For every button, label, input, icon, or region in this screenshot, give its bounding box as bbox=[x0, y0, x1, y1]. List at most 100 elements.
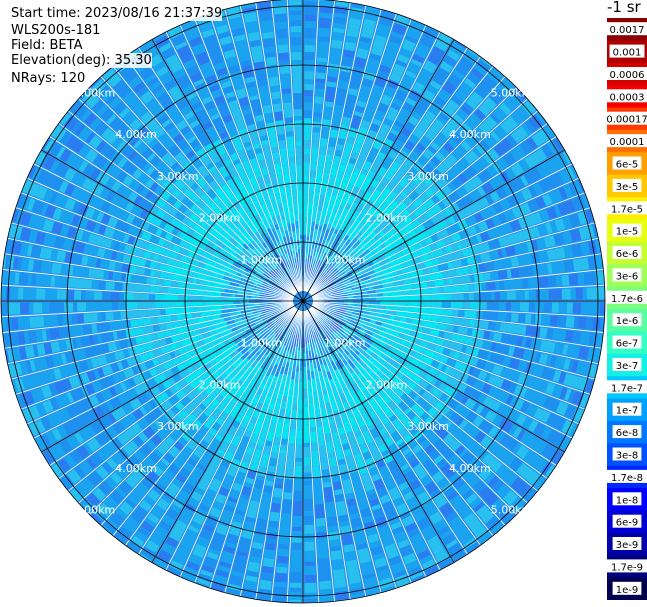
ray-gate bbox=[17, 317, 27, 330]
ray-gate bbox=[120, 311, 129, 319]
ray-gate bbox=[222, 305, 228, 309]
ray-gate bbox=[577, 273, 585, 285]
ray-gate bbox=[561, 288, 571, 300]
ray-gate bbox=[170, 315, 178, 321]
ray-gate bbox=[313, 487, 323, 496]
ray-gate bbox=[570, 288, 576, 300]
ray-gate bbox=[313, 477, 321, 484]
ray-gate bbox=[193, 290, 199, 295]
ray-gate bbox=[173, 295, 179, 301]
ray-gate bbox=[198, 290, 204, 296]
ray-gate bbox=[231, 293, 236, 297]
ray-gate bbox=[512, 324, 522, 335]
ray-gate bbox=[310, 420, 316, 428]
ray-gate bbox=[444, 294, 452, 301]
ray-gate bbox=[311, 147, 319, 156]
ray-gate bbox=[287, 451, 295, 457]
ray-gate bbox=[336, 500, 346, 511]
ray-gate bbox=[388, 301, 393, 306]
ray-gate bbox=[278, 543, 289, 550]
ray-gate bbox=[304, 484, 312, 494]
ray-gate bbox=[486, 282, 496, 291]
ray-gate bbox=[304, 504, 313, 511]
ray-gate bbox=[291, 537, 302, 543]
ray-gate bbox=[299, 370, 303, 375]
ray-gate bbox=[304, 38, 316, 46]
ray-gate bbox=[144, 268, 152, 276]
ray-gate bbox=[289, 578, 302, 583]
ray-gate bbox=[311, 442, 318, 451]
ray-gate bbox=[304, 84, 314, 91]
ray-gate bbox=[468, 293, 474, 300]
ray-gate bbox=[332, 31, 344, 41]
ray-gate bbox=[473, 292, 480, 300]
ray-gate bbox=[127, 283, 135, 292]
ray-gate bbox=[317, 49, 328, 59]
ray-gate bbox=[291, 549, 302, 554]
ray-gate bbox=[151, 278, 157, 285]
ray-gate bbox=[313, 483, 322, 488]
ray-gate bbox=[457, 301, 463, 309]
ray-gate bbox=[420, 282, 428, 288]
ray-gate bbox=[565, 330, 574, 342]
ray-gate bbox=[481, 302, 487, 310]
ray-gate bbox=[290, 571, 302, 579]
ray-gate bbox=[582, 287, 587, 300]
ray-gate bbox=[530, 314, 536, 324]
ray-gate bbox=[326, 508, 336, 518]
ray-gate bbox=[188, 295, 195, 301]
ray-gate bbox=[471, 264, 480, 274]
ray-gate bbox=[504, 280, 509, 290]
ray-gate bbox=[307, 225, 311, 231]
ray-gate bbox=[564, 259, 575, 272]
ray-gate bbox=[34, 316, 45, 328]
ray-gate bbox=[216, 305, 223, 310]
ray-gate bbox=[94, 269, 105, 279]
ray-gate bbox=[298, 390, 303, 396]
ray-gate bbox=[339, 71, 351, 82]
ray-gate bbox=[295, 450, 303, 458]
ray-gate bbox=[336, 87, 347, 99]
ray-gate bbox=[552, 328, 561, 340]
ray-gate bbox=[284, 479, 293, 486]
ray-gate bbox=[589, 272, 597, 285]
ray-gate bbox=[171, 308, 176, 314]
ray-gate bbox=[64, 302, 69, 313]
ray-gate bbox=[137, 301, 147, 309]
ray-gate bbox=[309, 187, 315, 195]
ray-gate bbox=[462, 302, 470, 309]
ray-gate bbox=[385, 305, 390, 310]
ray-gate bbox=[267, 465, 276, 473]
ray-gate bbox=[221, 292, 228, 297]
ray-gate bbox=[300, 354, 303, 359]
ray-gate bbox=[318, 153, 326, 163]
ray-gate bbox=[320, 405, 326, 411]
ray-gate bbox=[183, 282, 191, 289]
ray-gate bbox=[489, 311, 494, 320]
ray-gate bbox=[547, 276, 557, 287]
ray-gate bbox=[534, 302, 544, 313]
ray-gate bbox=[308, 210, 312, 215]
ray-gate bbox=[225, 301, 234, 305]
ray-gate bbox=[317, 430, 324, 436]
ray-gate bbox=[297, 408, 303, 414]
ray-gate bbox=[317, 426, 323, 432]
ray-gate bbox=[515, 290, 525, 300]
ray-gate bbox=[304, 10, 317, 16]
ray-gate bbox=[404, 306, 410, 312]
ray-gate bbox=[441, 301, 451, 308]
ray-gate bbox=[289, 428, 296, 436]
ray-gate bbox=[308, 397, 314, 403]
ray-gate bbox=[209, 296, 216, 301]
ray-gate bbox=[98, 302, 105, 311]
ray-gate bbox=[42, 302, 50, 314]
ray-gate bbox=[429, 301, 437, 308]
ray-gate bbox=[469, 302, 475, 309]
ray-gate bbox=[539, 327, 548, 338]
ray-gate bbox=[16, 302, 21, 315]
ray-gate bbox=[334, 104, 344, 114]
ray-gate bbox=[57, 289, 62, 300]
ray-gate bbox=[29, 316, 36, 328]
ray-gate bbox=[275, 572, 288, 583]
ray-gate bbox=[98, 280, 106, 290]
